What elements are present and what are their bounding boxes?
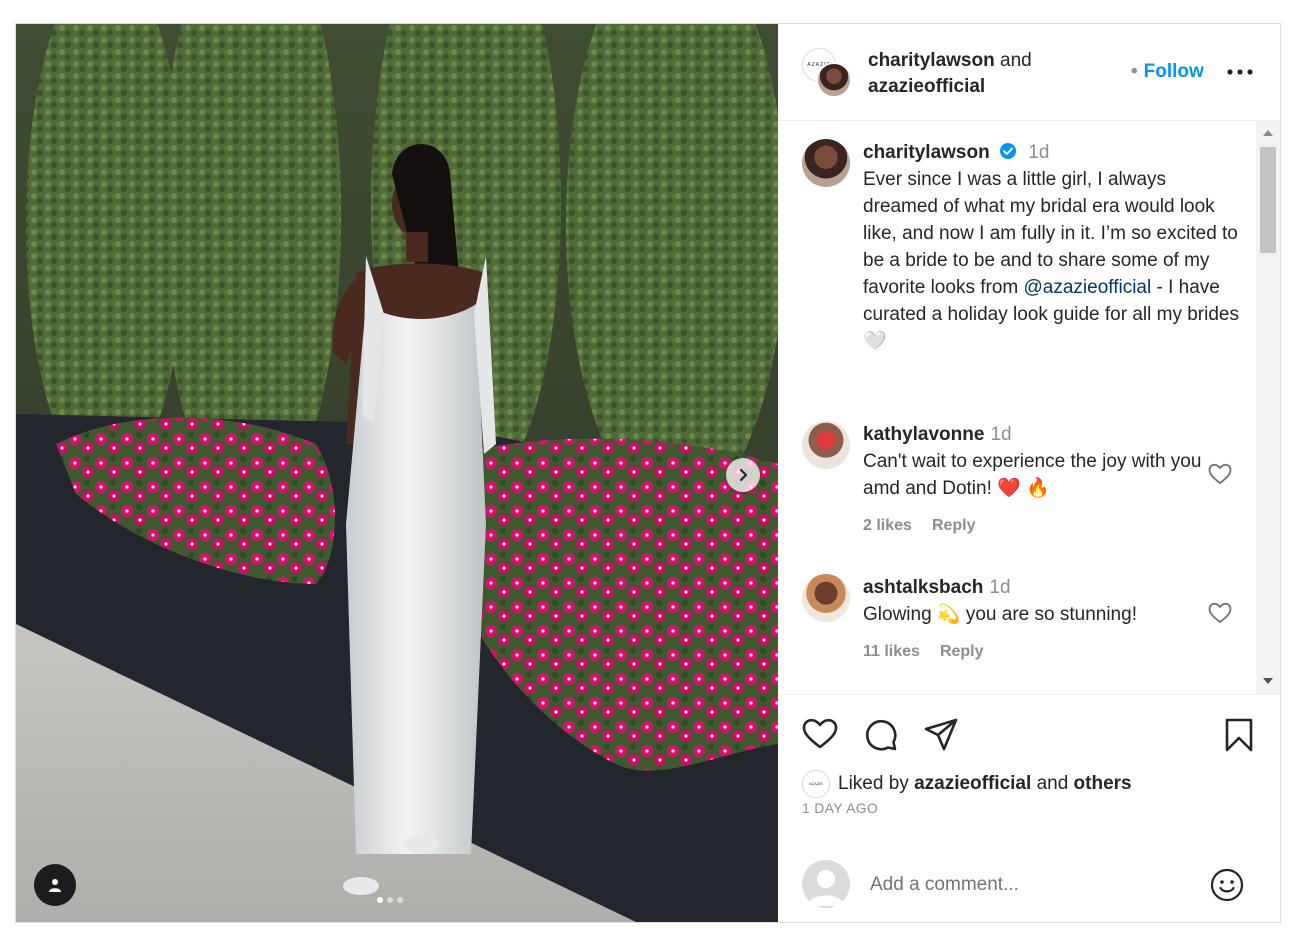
charitylawson-avatar[interactable] bbox=[816, 62, 852, 98]
follow-label: Follow bbox=[1143, 61, 1204, 82]
more-icon bbox=[1227, 69, 1253, 75]
comment-meta: 11 likes Reply bbox=[863, 638, 1243, 665]
current-user-avatar bbox=[802, 860, 850, 908]
save-bookmark-icon[interactable] bbox=[1224, 718, 1254, 752]
caption-time[interactable]: 1d bbox=[1028, 142, 1049, 163]
comment-text: Glowing 💫 you are so stunning! bbox=[863, 604, 1137, 625]
caption-body: charitylawson 1d Ever since I was a litt… bbox=[863, 139, 1243, 355]
carousel-dot bbox=[377, 897, 383, 903]
commenter-avatar[interactable] bbox=[802, 574, 850, 622]
carousel-indicator bbox=[377, 897, 403, 903]
collaborator-username[interactable]: azazieofficial bbox=[868, 76, 985, 97]
post-actions: AZAZIE Liked by azazieofficial and others… bbox=[778, 696, 1280, 846]
carousel-dot bbox=[397, 897, 403, 903]
likes-summary: AZAZIE Liked by azazieofficial and others bbox=[802, 770, 1132, 798]
authors-conjunction: and bbox=[1000, 50, 1032, 71]
comments-section[interactable]: charitylawson 1d Ever since I was a litt… bbox=[778, 121, 1280, 695]
comment-time[interactable]: 1d bbox=[989, 577, 1010, 598]
comment-likes[interactable]: 2 likes bbox=[863, 517, 912, 534]
verified-badge-icon bbox=[1000, 143, 1016, 159]
emoji-icon[interactable] bbox=[1210, 868, 1244, 902]
reply-button[interactable]: Reply bbox=[932, 517, 976, 534]
like-comment-icon[interactable] bbox=[1208, 602, 1232, 624]
comments-scrollbar[interactable] bbox=[1256, 121, 1280, 694]
default-avatar-icon bbox=[808, 870, 844, 906]
post-photo bbox=[16, 24, 778, 922]
comment-meta: 2 likes Reply bbox=[863, 512, 1243, 539]
follow-button[interactable]: • Follow bbox=[1131, 61, 1204, 83]
chevron-right-icon bbox=[739, 468, 748, 482]
separator-dot: • bbox=[1131, 61, 1138, 82]
share-icon[interactable] bbox=[924, 718, 958, 752]
scroll-up-arrow-icon[interactable] bbox=[1263, 129, 1273, 137]
post-media[interactable] bbox=[16, 24, 778, 922]
comment-body: kathylavonne 1d Can't wait to experience … bbox=[863, 421, 1243, 539]
post-timestamp[interactable]: 1 DAY AGO bbox=[802, 800, 878, 816]
liker-username[interactable]: azazieofficial bbox=[914, 773, 1031, 794]
liked-by-prefix: Liked by bbox=[838, 773, 909, 795]
next-image-button[interactable] bbox=[726, 458, 760, 492]
instagram-post: AZAZIE charitylawson and azazieofficial … bbox=[15, 23, 1281, 923]
post-authors: charitylawson and azazieofficial bbox=[868, 48, 1032, 100]
comment-text: Can't wait to experience the joy with yo… bbox=[863, 451, 1202, 499]
more-options-button[interactable] bbox=[1226, 60, 1254, 89]
caption-mention-link[interactable]: @azazieofficial bbox=[1024, 277, 1152, 298]
author-username[interactable]: charitylawson bbox=[868, 50, 995, 71]
like-comment-icon[interactable] bbox=[1208, 463, 1232, 485]
add-comment-bar bbox=[778, 846, 1280, 922]
comment-body: ashtalksbach 1d Glowing 💫 you are so stun… bbox=[863, 574, 1243, 665]
brand-logo-text: AZAZIE bbox=[808, 781, 823, 786]
caption-avatar[interactable] bbox=[802, 139, 850, 187]
post-header: AZAZIE charitylawson and azazieofficial … bbox=[778, 24, 1280, 121]
collab-avatars[interactable]: AZAZIE bbox=[802, 48, 854, 100]
comment-icon[interactable] bbox=[864, 718, 898, 752]
liker-avatar[interactable]: AZAZIE bbox=[802, 770, 830, 798]
scrollbar-thumb[interactable] bbox=[1260, 147, 1276, 253]
scroll-down-arrow-icon[interactable] bbox=[1263, 677, 1273, 685]
user-icon bbox=[49, 879, 61, 892]
tagged-users-button[interactable] bbox=[34, 864, 76, 906]
carousel-dot bbox=[387, 897, 393, 903]
comment-time[interactable]: 1d bbox=[990, 424, 1011, 445]
commenter-avatar[interactable] bbox=[802, 421, 850, 469]
post-side-panel: AZAZIE charitylawson and azazieofficial … bbox=[778, 24, 1280, 922]
comment-username[interactable]: kathylavonne bbox=[863, 424, 984, 445]
likes-conjunction: and bbox=[1036, 773, 1069, 795]
like-icon[interactable] bbox=[802, 718, 838, 750]
likes-others-link[interactable]: others bbox=[1074, 773, 1132, 794]
comment-input[interactable] bbox=[868, 868, 1192, 902]
comment-likes[interactable]: 11 likes bbox=[863, 643, 920, 660]
reply-button[interactable]: Reply bbox=[940, 643, 984, 660]
caption-username[interactable]: charitylawson bbox=[863, 142, 990, 163]
comment-username[interactable]: ashtalksbach bbox=[863, 577, 983, 598]
